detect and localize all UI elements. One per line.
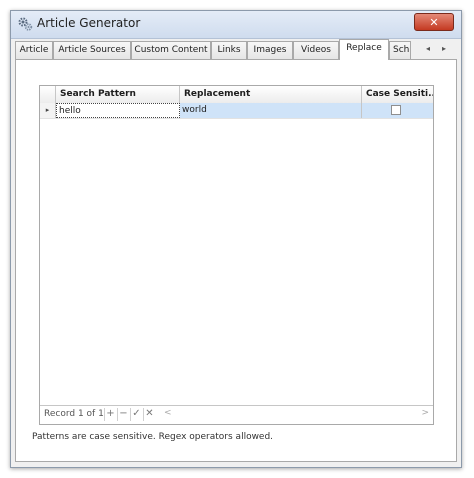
row-indicator-icon: ▸: [40, 103, 56, 118]
record-count: Record 1 of 1: [44, 409, 104, 419]
table-row[interactable]: ▸ hello world: [40, 103, 433, 119]
case-sensitive-checkbox[interactable]: [391, 105, 401, 115]
hint-text: Patterns are case sensitive. Regex opera…: [32, 432, 274, 442]
tab-links[interactable]: Links: [211, 41, 247, 59]
window-title: Article Generator: [37, 16, 141, 30]
gears-icon: [18, 17, 33, 31]
title-bar[interactable]: Article Generator ✕: [11, 11, 461, 39]
column-header-case-sensitive[interactable]: Case Sensiti...: [362, 86, 433, 103]
row-indicator-header: [40, 86, 56, 103]
replacement-cell[interactable]: world: [180, 103, 362, 118]
close-button[interactable]: ✕: [414, 13, 454, 31]
column-header-search-pattern[interactable]: Search Pattern: [56, 86, 180, 103]
close-icon: ✕: [429, 16, 439, 29]
cancel-edit-button[interactable]: ✕: [143, 408, 155, 421]
replace-tab-page: Search Pattern Replacement Case Sensiti.…: [15, 59, 457, 462]
tab-schedule[interactable]: Sch: [389, 41, 411, 59]
tab-custom-content[interactable]: Custom Content: [131, 41, 211, 59]
grid-header: Search Pattern Replacement Case Sensiti.…: [40, 86, 433, 104]
tab-scroll-left-icon[interactable]: ◂: [423, 43, 433, 55]
confirm-edit-button[interactable]: ✓: [130, 408, 142, 421]
scroll-left-icon[interactable]: <: [164, 408, 172, 418]
scroll-right-icon[interactable]: >: [421, 408, 429, 418]
add-record-button[interactable]: +: [104, 408, 116, 421]
search-pattern-cell[interactable]: hello: [56, 103, 180, 118]
replace-rules-grid[interactable]: Search Pattern Replacement Case Sensiti.…: [39, 85, 434, 425]
case-sensitive-cell[interactable]: [362, 103, 433, 118]
tab-replace[interactable]: Replace: [339, 39, 389, 60]
column-header-replacement[interactable]: Replacement: [180, 86, 362, 103]
tab-strip: Article Article Sources Custom Content L…: [15, 39, 457, 60]
app-window: Article Generator ✕ Article Article Sour…: [10, 10, 462, 468]
remove-record-button[interactable]: −: [117, 408, 129, 421]
tab-scroll-right-icon[interactable]: ▸: [439, 43, 449, 55]
tab-article-sources[interactable]: Article Sources: [53, 41, 131, 59]
tab-images[interactable]: Images: [247, 41, 293, 59]
record-navigator: Record 1 of 1 + − ✓ ✕ < >: [40, 405, 433, 424]
tab-article[interactable]: Article: [15, 41, 53, 59]
tab-videos[interactable]: Videos: [293, 41, 339, 59]
